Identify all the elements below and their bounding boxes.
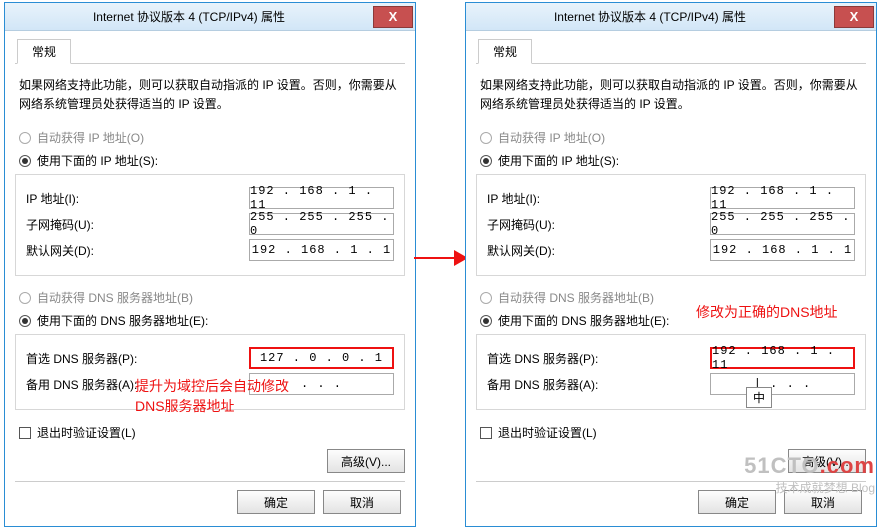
- alt-dns-input[interactable]: | . . .: [710, 373, 855, 395]
- tab-general[interactable]: 常规: [17, 39, 71, 64]
- radio-manual-ip[interactable]: 使用下面的 IP 地址(S):: [476, 149, 866, 172]
- radio-icon: [19, 132, 31, 144]
- ip-address-label: IP 地址(I):: [26, 190, 249, 207]
- titlebar[interactable]: Internet 协议版本 4 (TCP/IPv4) 属性 X: [466, 3, 876, 31]
- advanced-label: 高级(V)...: [341, 453, 391, 470]
- radio-manual-dns[interactable]: 使用下面的 DNS 服务器地址(E):: [15, 309, 405, 332]
- radio-auto-ip[interactable]: 自动获得 IP 地址(O): [476, 126, 866, 149]
- validate-row[interactable]: 退出时验证设置(L): [476, 420, 866, 445]
- radio-label: 使用下面的 DNS 服务器地址(E):: [37, 312, 208, 329]
- dns-fields: 首选 DNS 服务器(P): 192 . 168 . 1 . 11 备用 DNS…: [476, 334, 866, 410]
- window-title: Internet 协议版本 4 (TCP/IPv4) 属性: [5, 8, 373, 25]
- ip-fields: IP 地址(I): 192 . 168 . 1 . 11 子网掩码(U): 25…: [15, 174, 405, 276]
- pref-dns-label: 首选 DNS 服务器(P):: [26, 350, 249, 367]
- radio-label: 使用下面的 IP 地址(S):: [498, 152, 619, 169]
- tab-general[interactable]: 常规: [478, 39, 532, 64]
- radio-label: 自动获得 DNS 服务器地址(B): [498, 289, 654, 306]
- subnet-mask-label: 子网掩码(U):: [487, 216, 710, 233]
- gateway-label: 默认网关(D):: [487, 242, 710, 259]
- ime-indicator: 中: [746, 387, 772, 408]
- pref-dns-label: 首选 DNS 服务器(P):: [487, 350, 710, 367]
- window-title: Internet 协议版本 4 (TCP/IPv4) 属性: [466, 8, 834, 25]
- description-text: 如果网络支持此功能，则可以获取自动指派的 IP 设置。否则，你需要从网络系统管理…: [15, 70, 405, 126]
- radio-auto-ip[interactable]: 自动获得 IP 地址(O): [15, 126, 405, 149]
- tab-row: 常规: [15, 39, 405, 64]
- gateway-input[interactable]: 192 . 168 . 1 . 1: [710, 239, 855, 261]
- ip-address-input[interactable]: 192 . 168 . 1 . 11: [249, 187, 394, 209]
- radio-auto-dns: 自动获得 DNS 服务器地址(B): [15, 286, 405, 309]
- alt-dns-label: 备用 DNS 服务器(A):: [487, 376, 710, 393]
- annotation-right: 修改为正确的DNS地址: [696, 303, 838, 323]
- checkbox-icon: [19, 427, 31, 439]
- annotation-left: 提升为域控后会自动修改DNS服务器地址: [135, 377, 289, 416]
- ok-button[interactable]: 确定: [237, 490, 315, 514]
- radio-icon: [480, 315, 492, 327]
- ip-address-label: IP 地址(I):: [487, 190, 710, 207]
- checkbox-icon: [480, 427, 492, 439]
- watermark: 51CTO.com 技术成就梦想 Blog: [744, 453, 875, 496]
- gateway-input[interactable]: 192 . 168 . 1 . 1: [249, 239, 394, 261]
- close-button[interactable]: X: [834, 6, 874, 28]
- radio-manual-ip[interactable]: 使用下面的 IP 地址(S):: [15, 149, 405, 172]
- advanced-button[interactable]: 高级(V)...: [327, 449, 405, 473]
- description-text: 如果网络支持此功能，则可以获取自动指派的 IP 设置。否则，你需要从网络系统管理…: [476, 70, 866, 126]
- pref-dns-input[interactable]: 127 . 0 . 0 . 1: [249, 347, 394, 369]
- ok-label: 确定: [725, 494, 749, 511]
- watermark-main: 51CTO: [744, 453, 820, 478]
- watermark-suffix: .com: [820, 453, 875, 478]
- cancel-label: 取消: [350, 494, 374, 511]
- subnet-mask-input[interactable]: 255 . 255 . 255 . 0: [710, 213, 855, 235]
- radio-label: 自动获得 DNS 服务器地址(B): [37, 289, 193, 306]
- validate-label: 退出时验证设置(L): [498, 424, 597, 441]
- gateway-label: 默认网关(D):: [26, 242, 249, 259]
- titlebar[interactable]: Internet 协议版本 4 (TCP/IPv4) 属性 X: [5, 3, 415, 31]
- close-icon: X: [850, 9, 859, 24]
- ok-label: 确定: [264, 494, 288, 511]
- ip-address-input[interactable]: 192 . 168 . 1 . 11: [710, 187, 855, 209]
- tab-row: 常规: [476, 39, 866, 64]
- radio-icon: [19, 292, 31, 304]
- close-icon: X: [389, 9, 398, 24]
- radio-icon: [480, 292, 492, 304]
- subnet-mask-input[interactable]: 255 . 255 . 255 . 0: [249, 213, 394, 235]
- subnet-mask-label: 子网掩码(U):: [26, 216, 249, 233]
- pref-dns-input[interactable]: 192 . 168 . 1 . 11: [710, 347, 855, 369]
- validate-label: 退出时验证设置(L): [37, 424, 136, 441]
- watermark-sub: 技术成就梦想 Blog: [744, 479, 875, 496]
- radio-label: 使用下面的 IP 地址(S):: [37, 152, 158, 169]
- radio-label: 自动获得 IP 地址(O): [37, 129, 144, 146]
- tcpip-dialog-right: Internet 协议版本 4 (TCP/IPv4) 属性 X 常规 如果网络支…: [465, 2, 877, 527]
- tcpip-dialog-left: Internet 协议版本 4 (TCP/IPv4) 属性 X 常规 如果网络支…: [4, 2, 416, 527]
- radio-label: 使用下面的 DNS 服务器地址(E):: [498, 312, 669, 329]
- close-button[interactable]: X: [373, 6, 413, 28]
- radio-icon: [19, 155, 31, 167]
- radio-icon: [19, 315, 31, 327]
- cancel-button[interactable]: 取消: [323, 490, 401, 514]
- radio-icon: [480, 155, 492, 167]
- cancel-label: 取消: [811, 494, 835, 511]
- radio-label: 自动获得 IP 地址(O): [498, 129, 605, 146]
- arrow-icon: [414, 248, 470, 268]
- validate-row[interactable]: 退出时验证设置(L): [15, 420, 405, 445]
- radio-icon: [480, 132, 492, 144]
- ip-fields: IP 地址(I): 192 . 168 . 1 . 11 子网掩码(U): 25…: [476, 174, 866, 276]
